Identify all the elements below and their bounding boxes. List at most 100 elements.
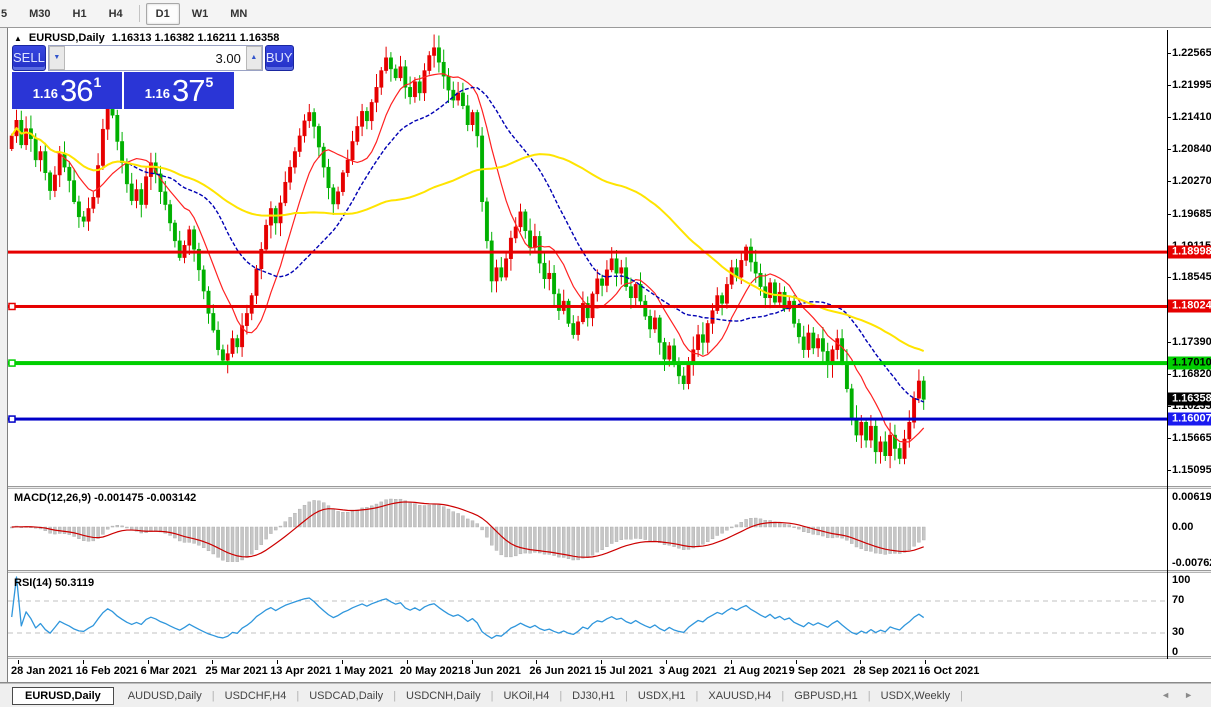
rsi-axis-label: 70 — [1172, 594, 1185, 606]
price-axis-label: 1.17390 — [1172, 335, 1211, 348]
sell-price-big: 36 — [60, 73, 93, 108]
period-button-m30[interactable]: M30 — [19, 3, 60, 25]
sell-price-box[interactable]: 1.16 36 1 — [12, 72, 122, 109]
date-axis-label: 6 Mar 2021 — [140, 665, 197, 677]
date-tick — [795, 660, 797, 664]
period-button-w1[interactable]: W1 — [182, 3, 219, 25]
date-axis-label: 28 Sep 2021 — [853, 665, 917, 677]
chart-ohlc-quote: 1.16313 1.16382 1.16211 1.16358 — [111, 32, 280, 44]
price-tick — [1167, 341, 1171, 343]
tab-gbpusd-h1[interactable]: GBPUSD,H1 — [784, 687, 868, 705]
price-tick — [1167, 213, 1171, 215]
tab-usdcnh-daily[interactable]: USDCNH,Daily — [396, 687, 491, 705]
price-axis-label: 1.22565 — [1172, 47, 1211, 59]
volume-increase-icon[interactable]: ▲ — [245, 46, 262, 70]
ma-25-line — [11, 86, 924, 403]
date-tick — [82, 660, 84, 664]
price-axis-label: 1.20270 — [1172, 175, 1211, 188]
date-axis-label: 21 Aug 2021 — [723, 665, 788, 677]
price-tick — [1167, 406, 1171, 408]
period-toolbar: 5 M30 H1 H4 D1 W1 MN — [0, 0, 1211, 28]
period-button-h1[interactable]: H1 — [63, 3, 97, 25]
date-axis-label: 9 Sep 2021 — [788, 665, 846, 677]
tab-dj30-h1[interactable]: DJ30,H1 — [562, 687, 625, 705]
date-tick — [406, 660, 408, 664]
panel-separator — [8, 656, 1211, 659]
one-click-trade-panel: SELL ▼ ▲ BUY 1.16 36 1 1.16 37 5 — [12, 45, 294, 109]
price-axis-label: 1.21410 — [1172, 111, 1211, 124]
sell-price-sup: 1 — [93, 74, 102, 90]
tab-usdchf-h4[interactable]: USDCHF,H4 — [215, 687, 297, 705]
buy-price-sup: 5 — [205, 74, 214, 90]
date-tick — [536, 660, 538, 664]
sell-button[interactable]: SELL — [12, 45, 46, 71]
date-tick — [730, 660, 732, 664]
hline-1.1701[interactable] — [8, 361, 1167, 366]
date-axis[interactable]: 28 Jan 2021 16 Feb 2021 6 Mar 2021 25 Mar 2… — [8, 660, 1167, 682]
period-button-h4[interactable]: H4 — [99, 3, 133, 25]
hline-1.18024[interactable] — [8, 304, 1167, 308]
tab-scroll-left-icon[interactable]: ◄ — [1161, 690, 1170, 700]
tab-audusd-daily[interactable]: AUDUSD,Daily — [118, 687, 212, 705]
date-tick — [601, 660, 603, 664]
tab-separator: | — [960, 689, 963, 702]
buy-button[interactable]: BUY — [264, 45, 294, 71]
collapse-chart-icon[interactable]: ▲ — [14, 34, 22, 43]
price-badge-1.18998: 1.18998 — [1168, 245, 1211, 259]
price-axis-label: 1.15095 — [1172, 463, 1211, 476]
period-button-5[interactable]: 5 — [0, 3, 17, 25]
date-tick — [18, 660, 19, 664]
rsi-axis-label: 0 — [1172, 646, 1179, 658]
tab-usdcad-daily[interactable]: USDCAD,Daily — [299, 687, 393, 705]
tab-xauusd-h4[interactable]: XAUUSD,H4 — [698, 687, 781, 705]
chart-header: ▲ EURUSD,Daily 1.16313 1.16382 1.16211 1… — [14, 32, 279, 44]
rsi-label: RSI(14) 50.3119 — [14, 577, 95, 589]
period-button-d1[interactable]: D1 — [145, 2, 180, 25]
date-tick — [860, 660, 862, 664]
volume-decrease-icon[interactable]: ▼ — [48, 46, 65, 70]
hline-1.18998[interactable] — [8, 250, 1167, 254]
price-tick — [1167, 149, 1171, 151]
date-axis-label: 25 Mar 2021 — [205, 665, 268, 677]
date-axis-label: 26 Jun 2021 — [529, 665, 592, 677]
date-tick — [212, 660, 214, 664]
chart-tab-bar: EURUSD,Daily AUDUSD,Daily | USDCHF,H4 | USDCA… — [0, 683, 1211, 707]
chart-symbol-title: EURUSD,Daily — [28, 32, 105, 44]
date-tick — [666, 660, 667, 664]
price-axis-label: 1.21995 — [1172, 78, 1211, 91]
date-axis-label: 15 Jul 2021 — [594, 665, 653, 677]
tab-usdx-weekly[interactable]: USDX,Weekly — [871, 687, 960, 705]
date-tick — [147, 660, 149, 664]
date-tick — [471, 660, 473, 664]
price-tick — [1167, 277, 1171, 279]
date-axis-label: 16 Oct 2021 — [918, 665, 980, 677]
rsi-indicator-canvas[interactable] — [8, 573, 1167, 657]
price-badge-1.17010: 1.17010 — [1168, 356, 1211, 370]
window-left-border — [0, 28, 8, 683]
macd-axis-label: 0.00 — [1172, 521, 1194, 533]
price-tick — [1167, 469, 1171, 471]
price-badge-1.18024: 1.18024 — [1168, 299, 1211, 313]
date-axis-label: 13 Apr 2021 — [270, 665, 332, 677]
tab-ukoil-h4[interactable]: UKOil,H4 — [493, 687, 559, 705]
buy-price-box[interactable]: 1.16 37 5 — [124, 72, 234, 109]
tab-usdx-h1[interactable]: USDX,H1 — [628, 687, 696, 705]
price-tick — [1167, 84, 1171, 86]
tab-eurusd-daily[interactable]: EURUSD,Daily — [12, 686, 114, 705]
price-axis-label: 1.18545 — [1172, 271, 1211, 284]
period-button-mn[interactable]: MN — [220, 3, 257, 25]
price-axis[interactable]: 1.22565 1.21995 1.21410 1.20840 1.20270 1.196… — [1167, 30, 1211, 659]
hline-1.16007[interactable] — [8, 417, 1167, 421]
date-axis-label: 20 May 2021 — [399, 665, 465, 677]
price-tick — [1167, 117, 1171, 119]
price-axis-label: 1.19685 — [1172, 207, 1211, 220]
date-axis-label: 3 Aug 2021 — [659, 665, 717, 677]
tab-scroll-right-icon[interactable]: ► — [1184, 690, 1193, 700]
date-axis-label: 28 Jan 2021 — [11, 665, 73, 677]
volume-input[interactable] — [64, 46, 246, 70]
volume-spinner: ▼ ▲ — [47, 45, 263, 71]
rsi-axis-label: 100 — [1172, 574, 1191, 586]
price-axis-label: 1.20840 — [1172, 143, 1211, 156]
date-axis-label: 16 Feb 2021 — [75, 665, 139, 677]
toolbar-separator — [138, 5, 140, 22]
